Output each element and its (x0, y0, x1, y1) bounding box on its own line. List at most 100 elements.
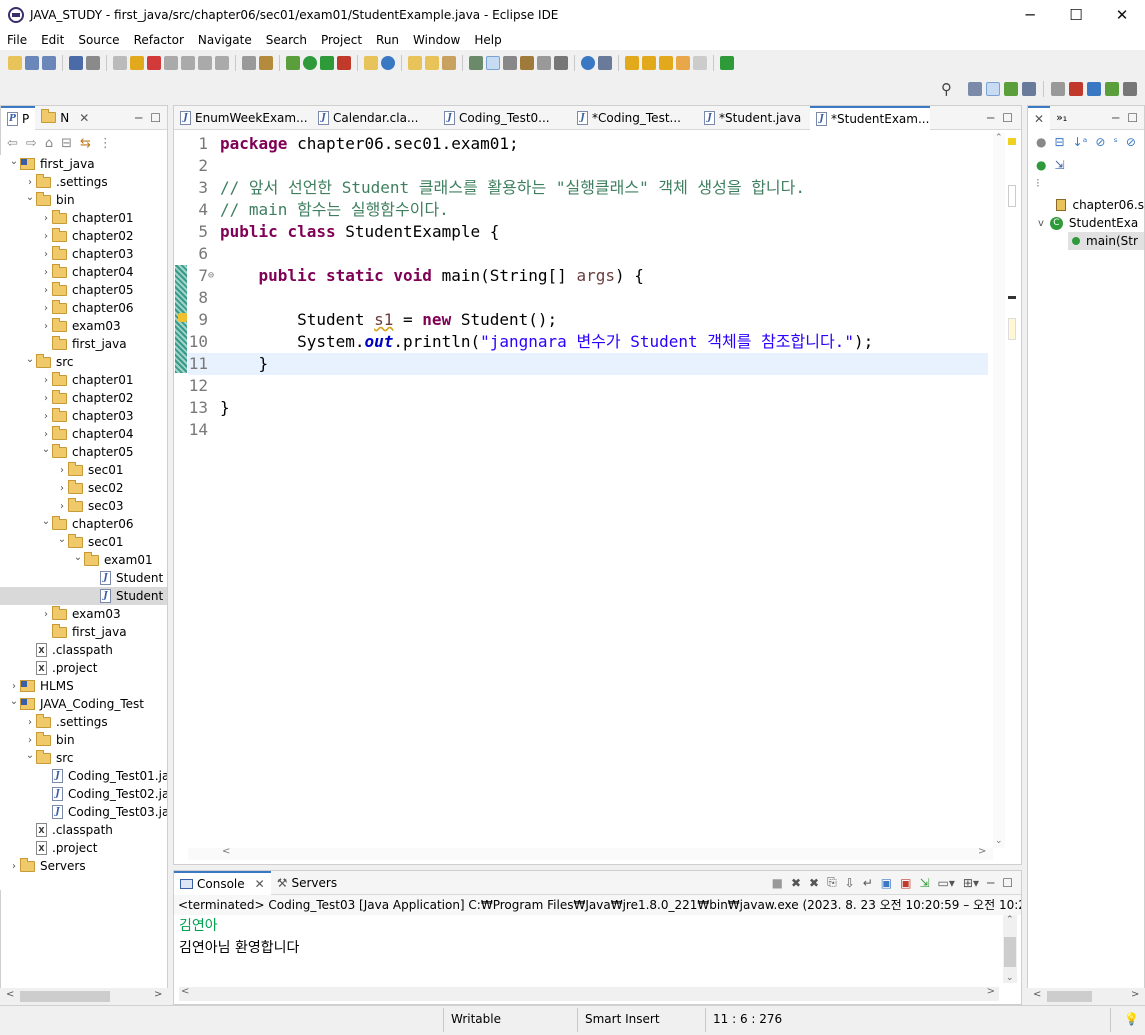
tree-item[interactable]: ⌄ sec01 (0, 533, 167, 551)
terminate-icon[interactable] (147, 55, 161, 70)
tab-package-explorer[interactable]: PP (1, 105, 36, 130)
open-task-icon[interactable] (425, 55, 439, 70)
tree-item[interactable]: › chapter06 (0, 299, 167, 317)
terminate-console-icon[interactable]: ■ (772, 876, 783, 890)
debug-icon[interactable] (286, 55, 300, 70)
scroll-lock-icon[interactable]: ⇩ (845, 876, 855, 890)
tree-item[interactable]: › .settings (0, 713, 167, 731)
menu-window[interactable]: Window (406, 33, 467, 47)
tree-item[interactable]: › chapter05 (0, 281, 167, 299)
tree-item[interactable]: › chapter02 (0, 389, 167, 407)
code-line[interactable]: 4 // main 함수는 실행함수이다. (188, 199, 988, 221)
tree-item[interactable]: X .project (0, 659, 167, 677)
tab-navigator[interactable]: N ✕ (35, 106, 95, 130)
tab-outline[interactable]: ✕ (1028, 105, 1051, 130)
home-icon[interactable]: ⌂ (45, 136, 53, 151)
new-class-icon[interactable] (381, 55, 395, 70)
menu-edit[interactable]: Edit (34, 33, 71, 47)
show-stdout-icon[interactable]: ▣ (881, 876, 892, 890)
chevron-right-icon[interactable]: › (56, 483, 68, 494)
close-button[interactable]: ✕ (1099, 0, 1145, 30)
step-return-icon[interactable] (215, 55, 229, 70)
chevron-right-icon[interactable]: › (24, 717, 36, 728)
code-line[interactable]: 11 } (188, 353, 988, 375)
use-step-filters-icon[interactable] (242, 55, 256, 70)
editor-tab[interactable]: J Coding_Test0... (438, 106, 571, 130)
search-icon[interactable]: ⚲ (941, 80, 952, 98)
code-line[interactable]: 13} (188, 397, 988, 419)
tree-item[interactable]: › sec01 (0, 461, 167, 479)
tree-item[interactable]: › sec02 (0, 479, 167, 497)
library-view-icon[interactable] (1105, 81, 1119, 96)
tree-item[interactable]: ⌄ bin (0, 191, 167, 209)
view-menu-icon[interactable]: ⋮ (99, 136, 112, 151)
chevron-down-icon[interactable]: ⌄ (40, 516, 52, 527)
minimize-console-icon[interactable]: ─ (987, 876, 994, 890)
minimize-editor-icon[interactable]: ─ (987, 111, 994, 125)
tree-item[interactable]: first_java (0, 623, 167, 641)
editor-tab[interactable]: J *Student.java (698, 106, 810, 130)
code-line[interactable]: 8 (188, 287, 988, 309)
disconnect-icon[interactable] (164, 55, 178, 70)
tree-item[interactable]: ⌄ chapter06 (0, 515, 167, 533)
left-hscrollbar[interactable]: < > (0, 988, 168, 1005)
chevron-right-icon[interactable]: › (24, 735, 36, 746)
minimize-view-icon[interactable]: ─ (135, 111, 142, 125)
tab-more[interactable]: »₁ (1050, 106, 1073, 130)
minimize-outline-icon[interactable]: ─ (1112, 111, 1119, 125)
globe-icon[interactable] (581, 55, 595, 70)
highlight-icon[interactable] (486, 55, 500, 70)
menu-project[interactable]: Project (314, 33, 369, 47)
maximize-editor-icon[interactable]: ☐ (1002, 111, 1013, 125)
chevron-down-icon[interactable]: ⌄ (8, 156, 20, 167)
tree-item[interactable]: ⌄ first_java (0, 155, 167, 173)
new-java-project-icon[interactable] (364, 55, 378, 70)
menu-search[interactable]: Search (259, 33, 314, 47)
chevron-right-icon[interactable]: › (40, 303, 52, 314)
tree-item[interactable]: › Servers (0, 857, 167, 875)
toggle-icon[interactable] (259, 55, 273, 70)
hide-local-icon[interactable]: ● (1036, 158, 1046, 172)
outline-menu-icon[interactable]: ⁝ (1028, 176, 1144, 196)
restore-icon[interactable] (1051, 81, 1065, 96)
tree-item[interactable]: › chapter01 (0, 371, 167, 389)
warning-icon[interactable] (178, 313, 187, 322)
open-perspective-icon[interactable] (968, 81, 982, 96)
word-wrap-console-icon[interactable]: ↵ (863, 876, 873, 890)
last-edit-icon[interactable] (659, 55, 673, 70)
chevron-right-icon[interactable]: › (40, 249, 52, 260)
terminal-icon[interactable] (69, 55, 83, 70)
chevron-right-icon[interactable]: › (40, 429, 52, 440)
debug-perspective-icon[interactable] (1004, 81, 1018, 96)
expand-class-icon[interactable]: v (1038, 218, 1044, 229)
tab-console[interactable]: Console ✕ (174, 870, 271, 895)
overview-ruler[interactable] (1005, 133, 1019, 848)
maximize-button[interactable]: ☐ (1053, 0, 1099, 30)
tree-item[interactable]: J Coding_Test03.ja (0, 803, 167, 821)
tree-item[interactable]: › HLMS (0, 677, 167, 695)
outline-hscrollbar[interactable]: < > (1027, 988, 1145, 1005)
suspend-icon[interactable] (130, 55, 144, 70)
maximize-outline-icon[interactable]: ☐ (1127, 111, 1138, 125)
step-into-icon[interactable] (181, 55, 195, 70)
save-icon[interactable] (25, 55, 39, 70)
chevron-down-icon[interactable]: ⌄ (56, 534, 68, 545)
external-tools-icon[interactable] (337, 55, 351, 70)
tree-item[interactable]: › chapter03 (0, 245, 167, 263)
block-selection-icon[interactable] (503, 55, 517, 70)
chevron-right-icon[interactable]: › (40, 285, 52, 296)
chevron-right-icon[interactable]: › (56, 465, 68, 476)
close-outline-icon[interactable]: ✕ (1034, 112, 1044, 126)
code-line[interactable]: 12 (188, 375, 988, 397)
skip-breakpoints-icon[interactable] (86, 55, 100, 70)
chevron-down-icon[interactable]: ⌄ (40, 444, 52, 455)
editor-tab[interactable]: J*StudentExam...✕ (810, 105, 930, 130)
annotation-icon[interactable] (469, 55, 483, 70)
nav-icon[interactable] (598, 55, 612, 70)
menu-run[interactable]: Run (369, 33, 406, 47)
chevron-right-icon[interactable]: › (40, 393, 52, 404)
java-perspective-icon[interactable] (1022, 81, 1036, 96)
code-line[interactable]: 3 // 앞서 선언한 Student 클래스를 활용하는 "실행클래스" 객체 … (188, 177, 988, 199)
editor-tab[interactable]: J Calendar.cla... (312, 106, 438, 130)
outline-package[interactable]: chapter06.s (1028, 196, 1144, 214)
